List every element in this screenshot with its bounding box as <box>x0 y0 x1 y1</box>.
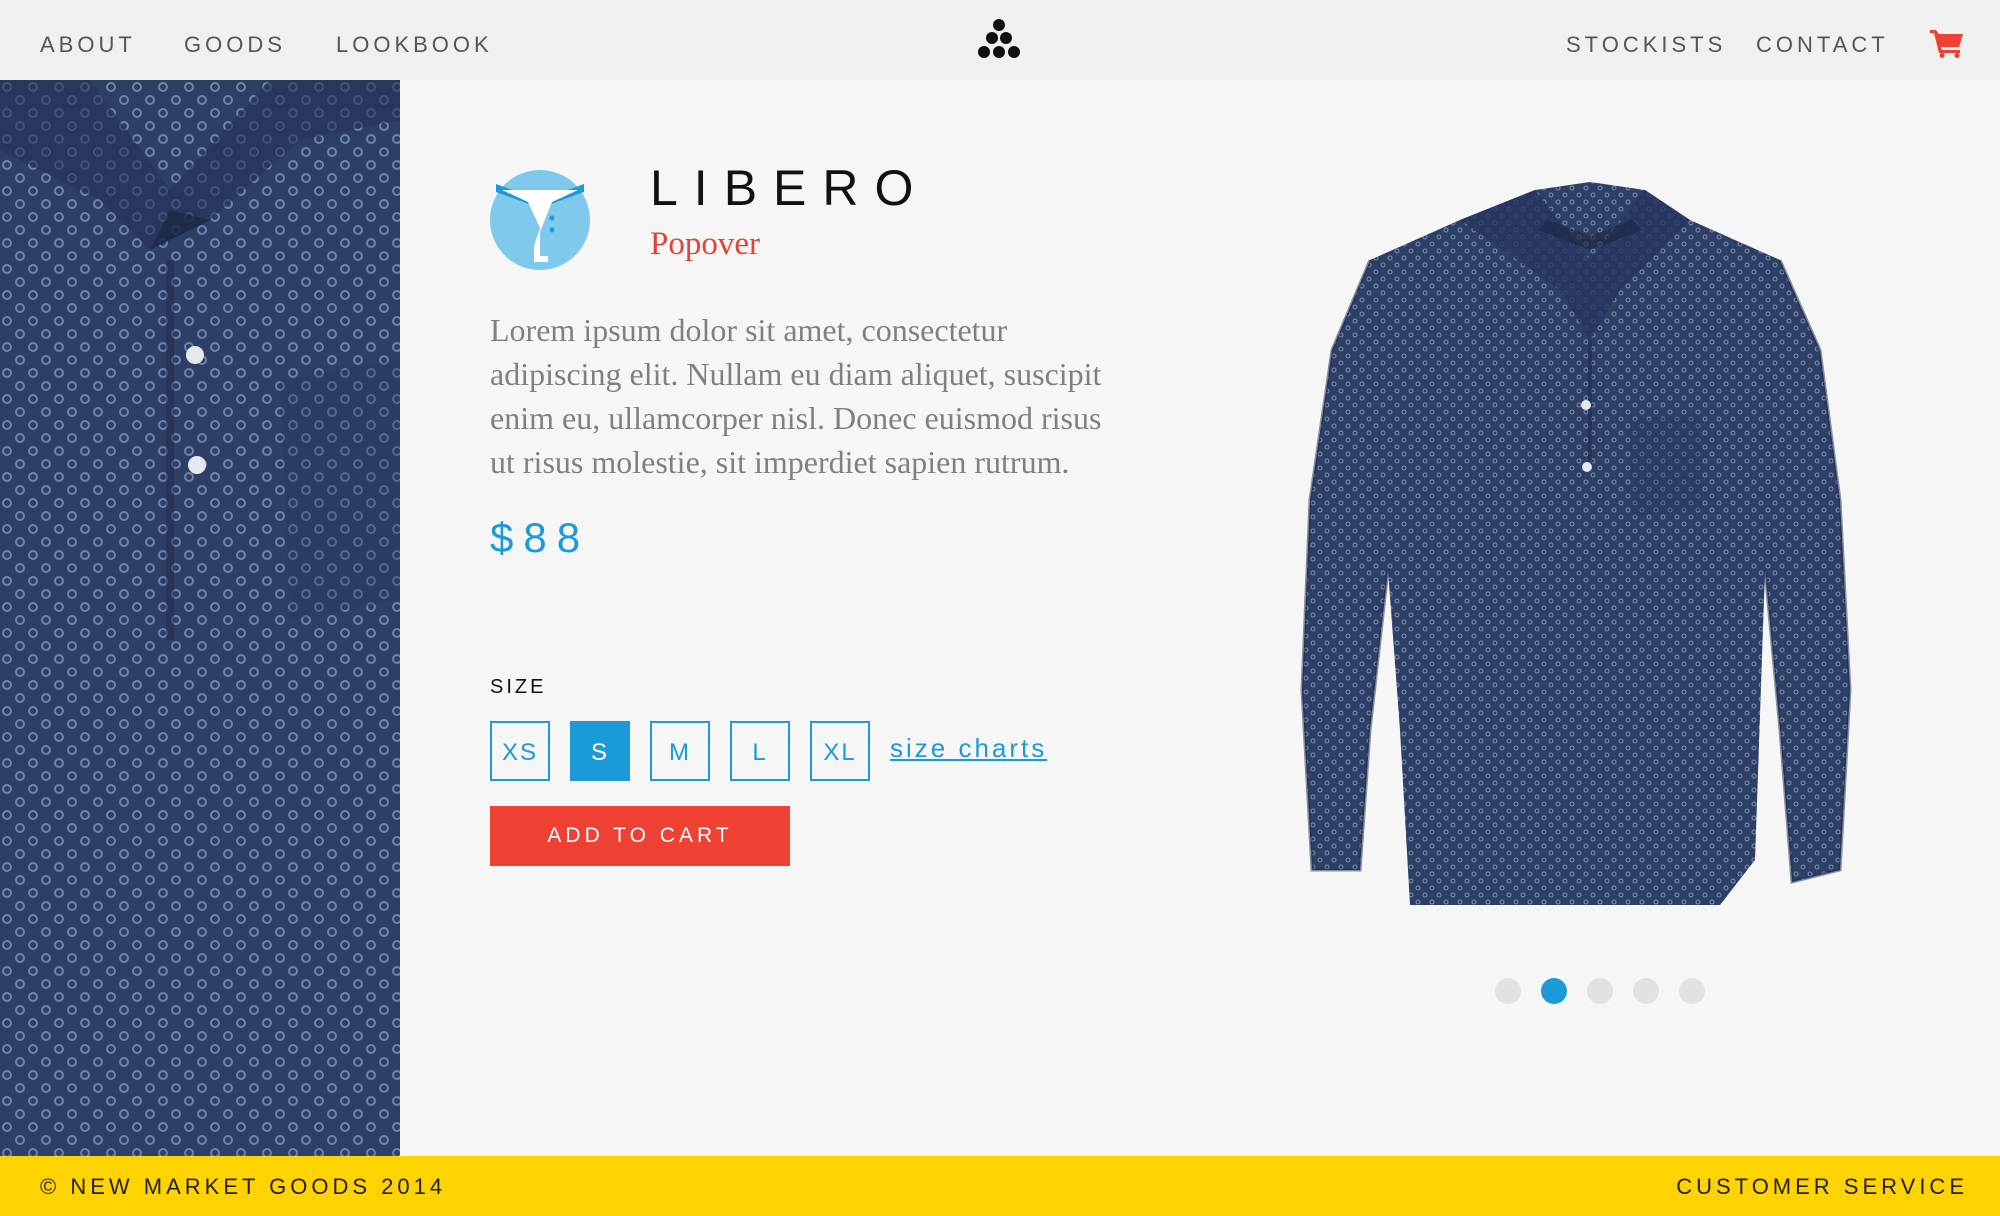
size-label: SIZE <box>490 676 547 698</box>
size-option-l[interactable]: L <box>730 721 790 781</box>
dots-pyramid-icon[interactable] <box>976 18 1022 64</box>
nav-contact-link[interactable]: CONTACT <box>1756 30 1889 60</box>
add-to-cart-button[interactable]: ADD TO CART <box>490 806 790 866</box>
size-option-xs[interactable]: XS <box>490 721 550 781</box>
product-description: Lorem ipsum dolor sit amet, consectetur … <box>490 312 1102 480</box>
site-header: ABOUT GOODS LOOKBOOK STOCKISTS CONTACT <box>0 0 2000 80</box>
carousel-dot-4[interactable] <box>1633 978 1659 1004</box>
shirt-closeup-photo <box>0 80 400 1156</box>
carousel-dot-3[interactable] <box>1587 978 1613 1004</box>
carousel-dot-1[interactable] <box>1495 978 1521 1004</box>
size-option-s[interactable]: S <box>570 721 630 781</box>
shirt-collar-icon <box>490 170 590 270</box>
product-shirt-photo <box>1300 182 1852 905</box>
nav-stockists-link[interactable]: STOCKISTS <box>1566 30 1726 60</box>
carousel-dot-5[interactable] <box>1679 978 1705 1004</box>
nav-goods-link[interactable]: GOODS <box>184 30 286 60</box>
site-footer: © NEW MARKET GOODS 2014 CUSTOMER SERVICE <box>0 1156 2000 1216</box>
size-option-xl[interactable]: XL <box>810 721 870 781</box>
product-name: LIBERO <box>650 160 930 216</box>
customer-service-link[interactable]: CUSTOMER SERVICE <box>1676 1173 1968 1201</box>
product-subtitle: Popover <box>650 226 760 262</box>
nav-lookbook-link[interactable]: LOOKBOOK <box>336 30 493 60</box>
size-charts-link[interactable]: size charts <box>890 730 1047 766</box>
product-price: $88 <box>490 514 591 561</box>
carousel-dot-2[interactable] <box>1541 978 1567 1004</box>
size-option-m[interactable]: M <box>650 721 710 781</box>
footer-copyright: © NEW MARKET GOODS 2014 <box>40 1174 447 1199</box>
nav-about-link[interactable]: ABOUT <box>40 30 136 60</box>
shopping-cart-icon[interactable] <box>1930 28 1964 58</box>
